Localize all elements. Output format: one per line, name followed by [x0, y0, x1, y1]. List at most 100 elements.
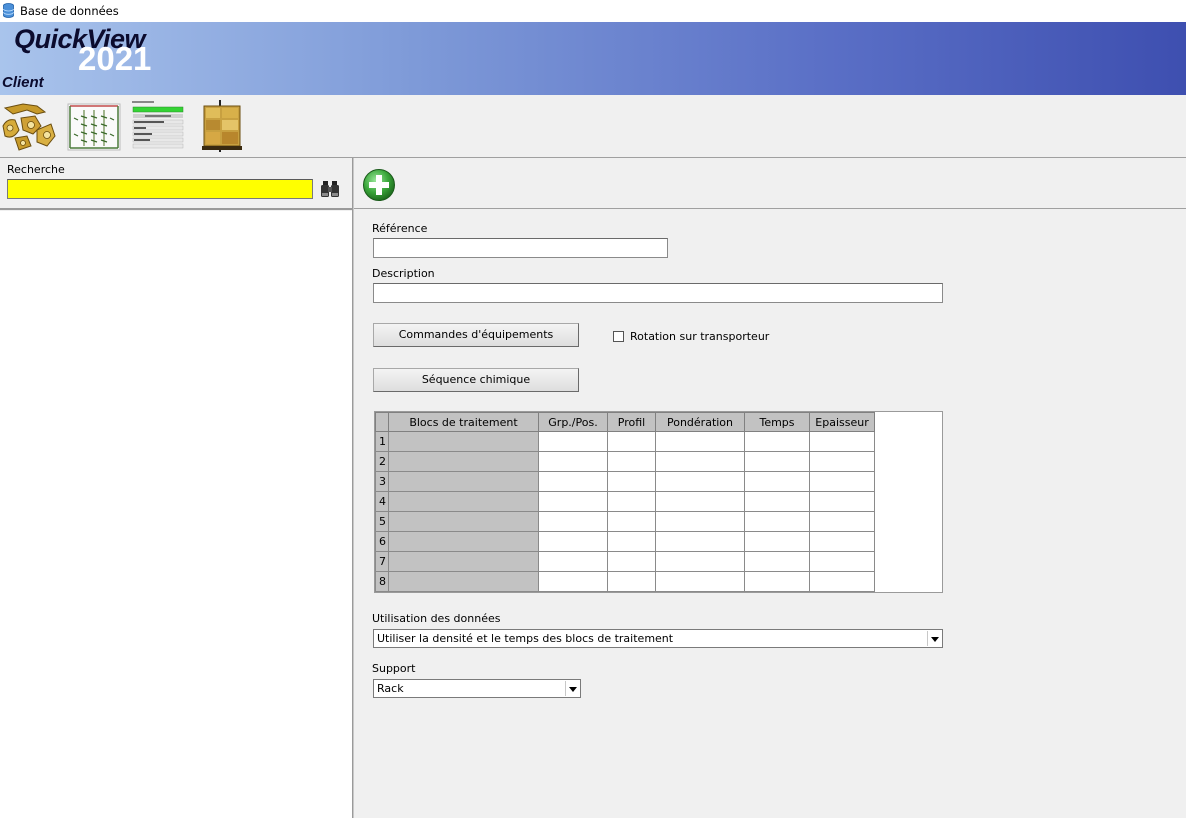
window-titlebar: Base de données [0, 0, 1186, 22]
profile-cell[interactable] [607, 571, 656, 592]
blocks-cell[interactable] [388, 551, 539, 572]
col-time-header[interactable]: Temps [744, 412, 810, 432]
group-position-cell[interactable] [538, 531, 608, 552]
blocks-cell[interactable] [388, 491, 539, 512]
blocks-cell[interactable] [388, 571, 539, 592]
profile-cell[interactable] [607, 491, 656, 512]
weighting-cell[interactable] [655, 491, 745, 512]
app-banner: QuickView 2021 Client [0, 22, 1186, 95]
grid-header-row: Blocs de traitement Grp./Pos. Profil Pon… [375, 412, 875, 432]
row-number[interactable]: 3 [375, 471, 389, 492]
search-input[interactable] [7, 179, 313, 199]
group-position-cell[interactable] [538, 491, 608, 512]
time-cell[interactable] [744, 451, 810, 472]
profile-cell[interactable] [607, 431, 656, 452]
weighting-cell[interactable] [655, 531, 745, 552]
thickness-cell[interactable] [809, 531, 875, 552]
time-cell[interactable] [744, 571, 810, 592]
treatment-table: Blocs de traitement Grp./Pos. Profil Pon… [375, 412, 875, 592]
weighting-cell[interactable] [655, 451, 745, 472]
data-usage-selected: Utiliser la densité et le temps des bloc… [377, 632, 674, 645]
description-input[interactable] [373, 283, 943, 303]
search-results-list[interactable] [0, 211, 352, 818]
time-cell[interactable] [744, 431, 810, 452]
profile-cell[interactable] [607, 551, 656, 572]
row-number[interactable]: 2 [375, 451, 389, 472]
blocks-cell[interactable] [388, 451, 539, 472]
data-usage-select[interactable]: Utiliser la densité et le temps des bloc… [373, 629, 943, 648]
row-number[interactable]: 4 [375, 491, 389, 512]
row-number[interactable]: 8 [375, 571, 389, 592]
equipment-commands-button[interactable]: Commandes d'équipements [373, 323, 579, 347]
reference-input[interactable] [373, 238, 668, 258]
detail-panel: Référence Description Commandes d'équipe… [354, 158, 1186, 818]
row-number[interactable]: 5 [375, 511, 389, 532]
program-list-icon[interactable] [131, 100, 185, 152]
table-row: 4 [375, 491, 875, 512]
table-row: 5 [375, 511, 875, 532]
rotation-checkbox-box[interactable] [613, 331, 624, 342]
weighting-cell[interactable] [655, 551, 745, 572]
col-profile-header[interactable]: Profil [607, 412, 656, 432]
chevron-down-icon[interactable] [927, 631, 941, 646]
add-separator [354, 208, 1186, 209]
thickness-cell[interactable] [809, 451, 875, 472]
grid-corner-header [375, 412, 389, 432]
rack-icon[interactable] [66, 100, 122, 152]
support-selected: Rack [377, 682, 404, 695]
group-position-cell[interactable] [538, 471, 608, 492]
time-cell[interactable] [744, 471, 810, 492]
blocks-cell[interactable] [388, 511, 539, 532]
group-position-cell[interactable] [538, 451, 608, 472]
blocks-cell[interactable] [388, 471, 539, 492]
parts-icon[interactable] [1, 100, 57, 152]
time-cell[interactable] [744, 551, 810, 572]
group-position-cell[interactable] [538, 551, 608, 572]
thickness-cell[interactable] [809, 571, 875, 592]
thickness-cell[interactable] [809, 491, 875, 512]
weighting-cell[interactable] [655, 571, 745, 592]
profile-cell[interactable] [607, 471, 656, 492]
profile-cell[interactable] [607, 451, 656, 472]
row-number[interactable]: 1 [375, 431, 389, 452]
chevron-down-icon[interactable] [565, 681, 579, 696]
col-blocks-header[interactable]: Blocs de traitement [388, 412, 539, 432]
time-cell[interactable] [744, 531, 810, 552]
weighting-cell[interactable] [655, 471, 745, 492]
time-cell[interactable] [744, 491, 810, 512]
toolbar [0, 95, 1186, 157]
group-position-cell[interactable] [538, 571, 608, 592]
weighting-cell[interactable] [655, 431, 745, 452]
col-thickness-header[interactable]: Epaisseur [809, 412, 875, 432]
thickness-cell[interactable] [809, 511, 875, 532]
col-weighting-header[interactable]: Pondération [655, 412, 745, 432]
profile-cell[interactable] [607, 531, 656, 552]
group-position-cell[interactable] [538, 511, 608, 532]
thickness-cell[interactable] [809, 431, 875, 452]
binoculars-icon[interactable] [320, 180, 340, 198]
profile-cell[interactable] [607, 511, 656, 532]
reference-label: Référence [372, 222, 428, 235]
table-row: 8 [375, 571, 875, 592]
weighting-cell[interactable] [655, 511, 745, 532]
time-cell[interactable] [744, 511, 810, 532]
support-select[interactable]: Rack [373, 679, 581, 698]
search-label: Recherche [7, 163, 65, 176]
thickness-cell[interactable] [809, 551, 875, 572]
search-header: Recherche [0, 158, 352, 210]
search-panel: Recherche [0, 158, 352, 818]
table-row: 7 [375, 551, 875, 572]
row-number[interactable]: 7 [375, 551, 389, 572]
blocks-cell[interactable] [388, 531, 539, 552]
thickness-cell[interactable] [809, 471, 875, 492]
chemical-sequence-button[interactable]: Séquence chimique [373, 368, 579, 392]
row-number[interactable]: 6 [375, 531, 389, 552]
product-bundle-icon[interactable] [198, 100, 248, 152]
table-row: 2 [375, 451, 875, 472]
group-position-cell[interactable] [538, 431, 608, 452]
blocks-cell[interactable] [388, 431, 539, 452]
brand-year: 2021 [78, 40, 152, 77]
module-name: Client [2, 74, 44, 91]
col-group-position-header[interactable]: Grp./Pos. [538, 412, 608, 432]
add-plus-icon[interactable] [362, 168, 396, 202]
